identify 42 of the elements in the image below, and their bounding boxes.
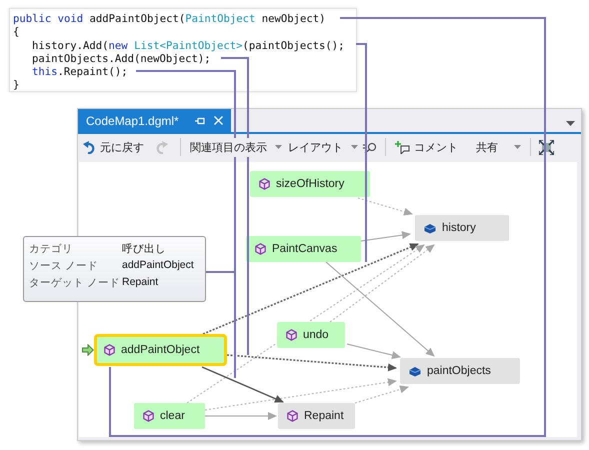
graph-node[interactable]: sizeOfHistory <box>250 171 370 197</box>
dependency-arrow <box>360 231 411 242</box>
cube-icon <box>287 410 298 422</box>
graph-node[interactable]: PaintCanvas <box>246 236 361 262</box>
dropdown-caret-icon[interactable] <box>566 121 575 126</box>
code-line: public void addPaintObject(PaintObject newObject) <box>13 13 327 26</box>
cube-icon <box>143 410 154 422</box>
brick-icon <box>424 222 436 234</box>
graph-node[interactable]: paintObjects <box>400 358 520 384</box>
graph-node[interactable]: history <box>415 215 509 241</box>
tooltip-label: ソース ノード <box>29 259 99 273</box>
tooltip-label: カテゴリ <box>29 242 74 256</box>
find-icon[interactable] <box>363 142 377 152</box>
caret-icon <box>351 145 358 149</box>
cube-icon <box>104 344 115 356</box>
tooltip-value: addPaintObject <box>122 259 195 273</box>
pin-icon[interactable] <box>195 116 205 124</box>
close-icon[interactable] <box>214 116 223 125</box>
tooltip-value: 呼び出し <box>122 242 167 256</box>
cube-icon <box>286 329 297 341</box>
cube-icon <box>259 178 270 190</box>
code-line: } <box>13 79 20 93</box>
tooltip-label: ターゲット ノード <box>29 276 121 290</box>
show-related-dropdown[interactable]: 関連項目の表示 <box>187 138 285 156</box>
tooltip-value: Repaint <box>122 276 160 290</box>
code-line: history.Add(new List<PaintObject>(paintObjects(); <box>31 40 346 53</box>
add-comment-icon <box>395 140 410 154</box>
cube-icon <box>255 243 266 255</box>
document-tab[interactable]: CodeMap1.dgml* <box>78 109 231 132</box>
code-line: this.Repaint(); <box>31 66 129 80</box>
caret-icon <box>275 145 282 149</box>
code-line: paintObjects.Add(newObject); <box>31 52 212 66</box>
graph-node[interactable]: addPaintObject <box>94 334 227 366</box>
dependency-arrow <box>358 198 413 216</box>
graph-node[interactable]: undo <box>277 322 345 348</box>
fit-to-window-icon[interactable] <box>539 140 554 154</box>
graph-node[interactable]: Repaint <box>278 403 355 429</box>
undo-icon <box>83 140 96 154</box>
brick-icon <box>409 366 421 376</box>
graph-node[interactable]: clear <box>134 403 205 429</box>
code-line: { <box>13 26 20 40</box>
caret-icon <box>514 145 521 149</box>
